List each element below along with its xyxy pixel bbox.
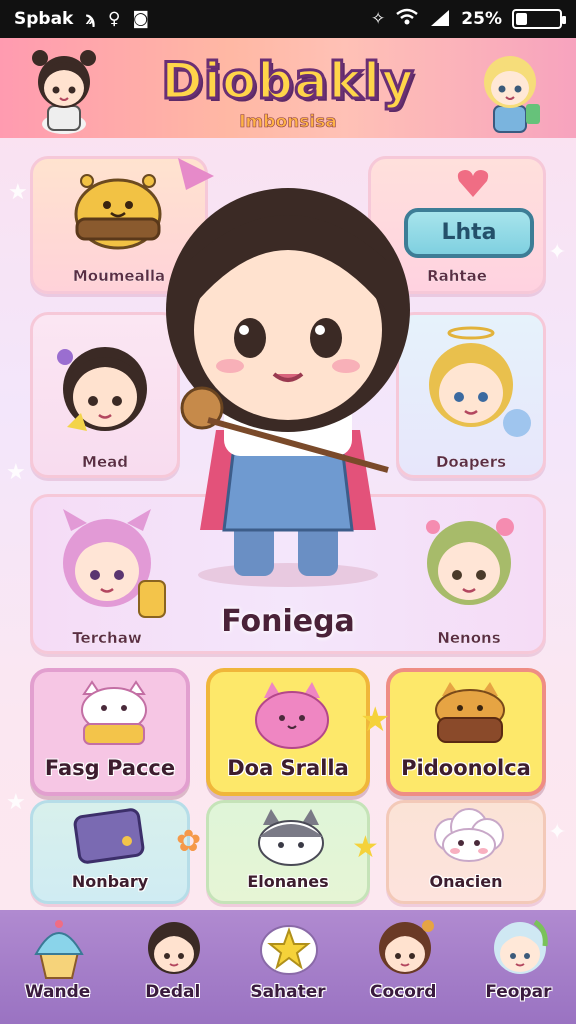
flower-icon: ✿ bbox=[176, 824, 202, 859]
card-label: Terchaw bbox=[72, 629, 142, 647]
green-hair-avatar-icon bbox=[493, 919, 548, 974]
app-notification-icon: ◙ bbox=[132, 9, 149, 29]
tile-nonbary[interactable]: Nonbary bbox=[30, 800, 190, 904]
gray-cat-icon bbox=[258, 809, 324, 866]
girl-avatar-left-icon[interactable] bbox=[20, 42, 108, 134]
battery-text: 25% bbox=[461, 9, 502, 29]
wifi-icon bbox=[395, 8, 419, 31]
app-header: Diobakly Imbonsisa bbox=[0, 38, 576, 138]
tile-label: Pidoonolca bbox=[401, 756, 531, 780]
nav-item-cocord[interactable]: Cocord bbox=[346, 910, 461, 1024]
usb-icon: ϡ bbox=[85, 9, 97, 29]
nav-label: Cocord bbox=[369, 982, 437, 1002]
app-subtitle: Imbonsisa bbox=[239, 112, 337, 133]
tile-label: Nonbary bbox=[71, 872, 149, 891]
card-label: Nenons bbox=[437, 629, 501, 647]
star-bubble-icon bbox=[260, 925, 319, 975]
sparkle-icon: ★ bbox=[8, 180, 28, 205]
status-bar: Spbak ϡ ♀ ◙ ✧ 25% bbox=[0, 0, 576, 38]
tile-onacien[interactable]: Onacien bbox=[386, 800, 546, 904]
tile-label: Doa Sralla bbox=[227, 756, 349, 780]
star-icon: ★ bbox=[360, 700, 391, 740]
main-character-icon[interactable] bbox=[138, 150, 438, 590]
bottom-nav: Wande Dedal Sahater Cocord Feopar bbox=[0, 910, 576, 1024]
cupcake-icon bbox=[34, 920, 84, 979]
tile-label: Onacien bbox=[429, 872, 503, 891]
nav-label: Feopar bbox=[485, 982, 552, 1002]
sync-icon: ✧ bbox=[371, 9, 386, 29]
app-title: Diobakly bbox=[160, 51, 416, 112]
sparkle-icon: ★ bbox=[6, 460, 26, 485]
blonde-girl-avatar-right-icon[interactable] bbox=[466, 42, 554, 134]
tile-doa-sralla[interactable]: Doa Sralla bbox=[206, 668, 370, 796]
tile-elonanes[interactable]: Elonanes bbox=[206, 800, 370, 904]
star-icon: ★ bbox=[352, 830, 379, 865]
sparkle-icon: ✦ bbox=[548, 240, 567, 265]
location-icon: ♀ bbox=[108, 9, 121, 29]
hero-label: Foniega bbox=[221, 604, 355, 639]
tile-fasg-pacce[interactable]: Fasg Pacce bbox=[30, 668, 190, 796]
girl-avatar-icon bbox=[148, 922, 201, 974]
sparkle-icon: ★ bbox=[6, 790, 26, 815]
fluffy-sheep-icon bbox=[434, 808, 504, 862]
sparkle-icon: ✦ bbox=[548, 820, 567, 845]
nav-label: Dedal bbox=[145, 982, 201, 1002]
carrier-name: Spbak bbox=[14, 9, 74, 29]
heart-icon bbox=[457, 170, 489, 197]
nav-item-dedal[interactable]: Dedal bbox=[115, 910, 230, 1024]
burger-cat-icon bbox=[435, 682, 505, 743]
nav-item-wande[interactable]: Wande bbox=[0, 910, 115, 1024]
nav-label: Wande bbox=[24, 982, 91, 1002]
boy-avatar-icon bbox=[378, 920, 434, 974]
battery-icon bbox=[512, 9, 566, 29]
pink-cat-icon bbox=[255, 682, 329, 749]
tile-label: Elonanes bbox=[247, 872, 329, 891]
tile-pidoonolca[interactable]: Pidoonolca bbox=[386, 668, 546, 796]
purple-wallet-icon bbox=[73, 808, 145, 864]
nav-item-sahater[interactable]: Sahater bbox=[230, 910, 345, 1024]
cat-cake-icon bbox=[81, 680, 147, 745]
tile-label: Fasg Pacce bbox=[44, 756, 176, 780]
nav-item-feopar[interactable]: Feopar bbox=[461, 910, 576, 1024]
signal-icon bbox=[429, 8, 451, 31]
nav-label: Sahater bbox=[250, 982, 326, 1002]
